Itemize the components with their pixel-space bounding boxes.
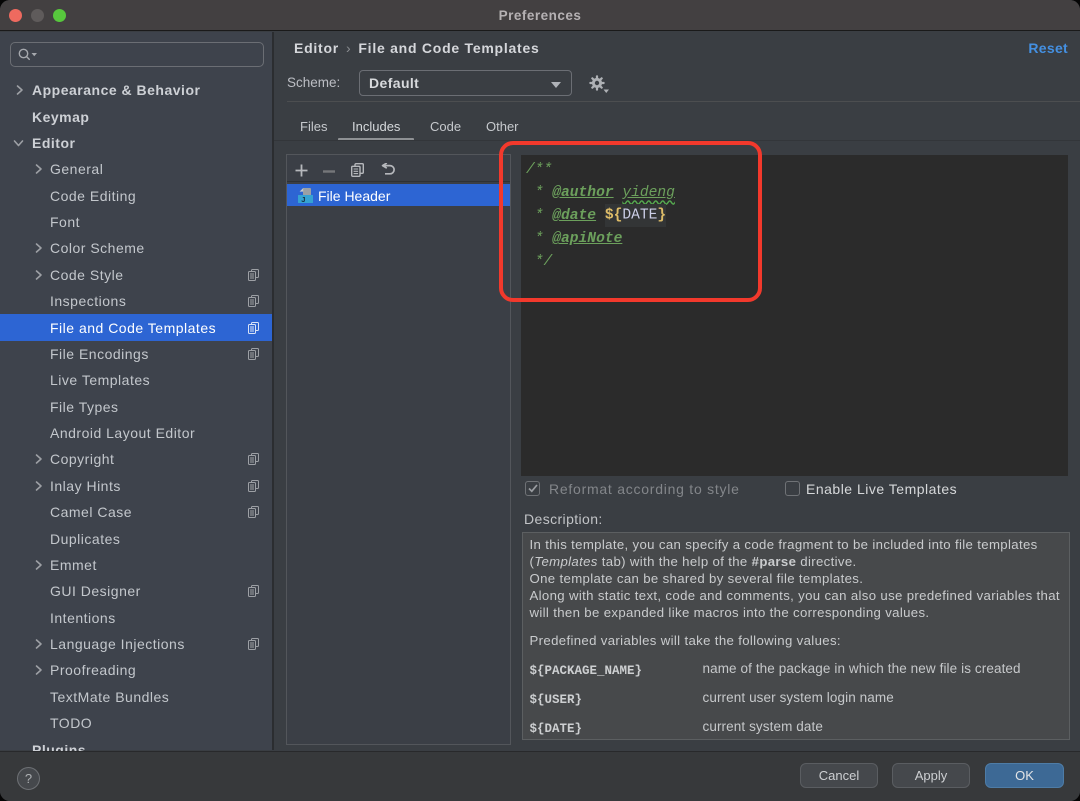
svg-text:J: J [301,195,305,204]
